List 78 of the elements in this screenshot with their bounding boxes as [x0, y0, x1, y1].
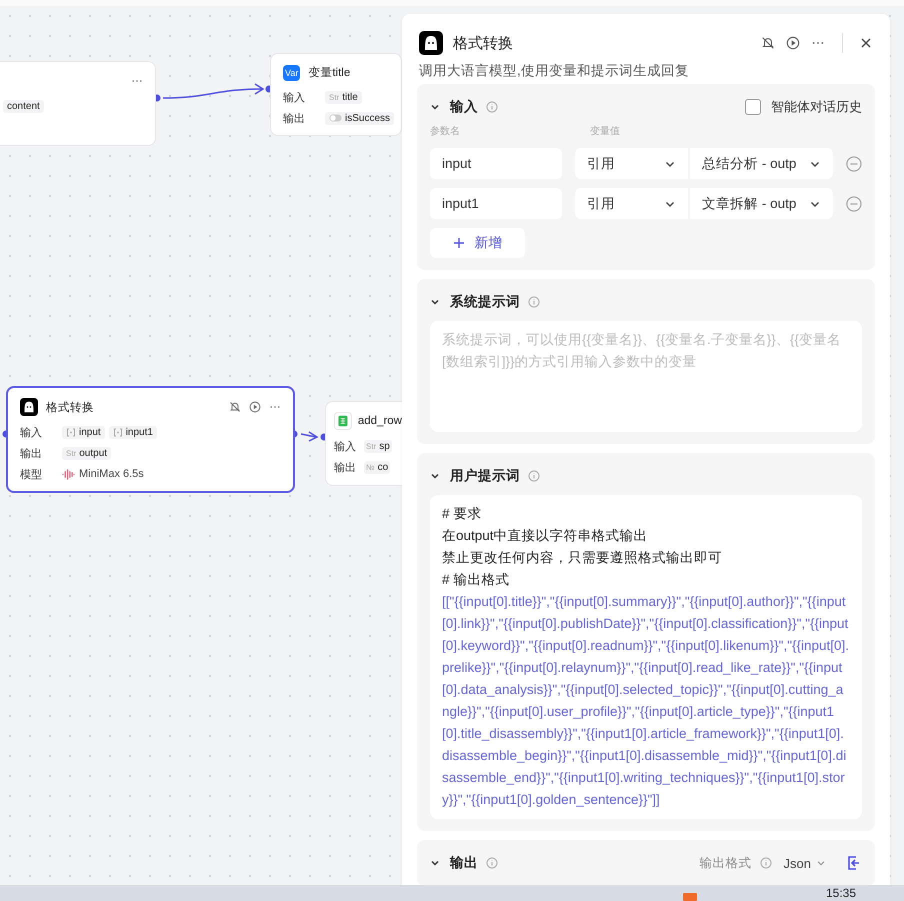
variable-name: input: [79, 426, 101, 438]
plus-icon: [452, 237, 464, 249]
prompt-line: # 要求: [442, 505, 482, 523]
remove-icon[interactable]: [846, 194, 862, 212]
port-label: 输出: [334, 460, 357, 474]
remove-icon[interactable]: [846, 154, 862, 172]
type-select[interactable]: 引用: [575, 188, 688, 219]
bell-off-icon[interactable]: [761, 36, 775, 50]
ghost-icon: [419, 31, 443, 55]
node-title: add_row: [358, 415, 402, 427]
info-icon: [486, 857, 498, 869]
bell-off-icon[interactable]: [229, 401, 241, 413]
node-title: 格式转换: [46, 400, 94, 414]
chevron-icon[interactable]: [430, 102, 440, 112]
play-icon[interactable]: [786, 36, 800, 50]
value-select[interactable]: 总结分析 - outp: [690, 148, 834, 179]
info-icon: [486, 101, 498, 113]
model-name: MiniMax 6.5s: [79, 468, 144, 480]
waveform-icon: [62, 468, 75, 480]
type-label: Str: [366, 442, 376, 450]
section-title: 用户提示词: [450, 467, 520, 485]
node-card[interactable]: add_row 输入 Str sp 输出 № co: [325, 401, 402, 486]
port-label: 输入: [334, 440, 357, 454]
ghost-icon: [20, 398, 38, 416]
column-header: 变量值: [590, 124, 620, 138]
add-button[interactable]: 新增: [430, 228, 525, 258]
info-icon: [528, 470, 540, 482]
toggle-icon: [329, 114, 342, 122]
port-label: 输入: [20, 426, 43, 440]
variable-name: input1: [126, 426, 153, 438]
type-label: Str: [66, 448, 76, 458]
parameter-name-field[interactable]: input: [430, 148, 562, 179]
port-label: 输出: [20, 446, 43, 460]
format-select[interactable]: Json: [784, 856, 826, 870]
brackets-icon: [112, 428, 123, 436]
brackets-icon: [66, 428, 76, 436]
panel-description: 调用大语言模型,使用变量和提示词生成回复: [419, 62, 690, 80]
prompt-template: [["{{input[0].title}}","{{input[0].summary}}","{{input[0].author}}","{{input[0].link}}","{{input[0].publishDate}}","{{input[0].classification}}","{{input[0].keyword}}","{{input[0].readnum}}","{{input[0].likenum}}","{{input[0].prelike}}","{{input[0].relaynum}}","{{input[0].read_like_rate}}","{{input[0].data_analysis}}","{{input[0].selected_topic}}","{{input[0].cutting_angle}}","{{input[0].user_profile}}","{{input[0].article_type}}","{{input1[0].title_disassembly}}","{{input1[0].article_framework}}","{{input1[0].disassemble_begin}}","{{input1[0].disassemble_mid}}","{{input1[0].disassemble_end}}","{{input1[0].writing_techniques}}","{{input1[0].story}}","{{input1[0].golden_sentence}}"]]: [442, 593, 850, 809]
node-card[interactable]: 格式转换 输入 input input1 输出 Str output 模型 MiniMax 6.5s: [6, 386, 295, 493]
clock-time: 15:35: [826, 886, 856, 900]
variable-name: content: [7, 100, 40, 112]
history-checkbox[interactable]: 智能体对话历史: [745, 98, 862, 116]
variable-name: title: [342, 92, 358, 103]
variable-name: sp: [379, 440, 390, 452]
prompt-line: 在output中直接以字符串格式输出: [442, 527, 649, 545]
collapse-icon[interactable]: [846, 855, 862, 871]
type-label: №: [366, 462, 375, 472]
section-title: 输入: [450, 98, 478, 116]
info-icon: [528, 296, 540, 308]
prompt-line: 禁止更改任何内容，只需要遵照格式输出即可: [442, 549, 723, 567]
node-title: 变量title: [308, 65, 350, 80]
node-card[interactable]: content: [0, 61, 156, 146]
port-label: 输出: [283, 112, 306, 126]
type-label: Str: [329, 92, 340, 102]
info-icon: [760, 857, 772, 869]
variable-name: co: [378, 462, 388, 472]
section-title: 输出: [450, 854, 478, 872]
variable-name: isSuccess: [345, 112, 390, 124]
system-prompt-field[interactable]: 系统提示词，可以使用{{变量名}}、{{变量名.子变量名}}、{{变量名[数组索引]}}的方式引用输入参数中的变量: [430, 321, 862, 432]
chevron-icon[interactable]: [430, 297, 440, 307]
section-title: 系统提示词: [450, 293, 520, 311]
port-label: 输入: [283, 90, 306, 105]
prompt-line: # 输出格式: [442, 571, 510, 589]
variable-icon: Var: [283, 64, 300, 81]
port-label: 模型: [20, 468, 43, 482]
column-header: 参数名: [430, 124, 461, 138]
node-card[interactable]: Var 变量title 输入 Str title 输出 isSuccess: [270, 53, 402, 136]
panel-title: 格式转换: [453, 34, 513, 52]
type-select[interactable]: 引用: [575, 148, 688, 179]
value-select[interactable]: 文章拆解 - outp: [690, 188, 834, 219]
output-format-label: 输出格式: [700, 854, 752, 872]
chevron-icon[interactable]: [430, 858, 440, 868]
play-icon[interactable]: [249, 401, 261, 413]
chevron-icon[interactable]: [430, 471, 440, 481]
parameter-name-field[interactable]: input1: [430, 188, 562, 219]
close-icon[interactable]: [860, 37, 872, 49]
variable-name: output: [79, 448, 108, 458]
sheet-icon: [334, 411, 352, 431]
